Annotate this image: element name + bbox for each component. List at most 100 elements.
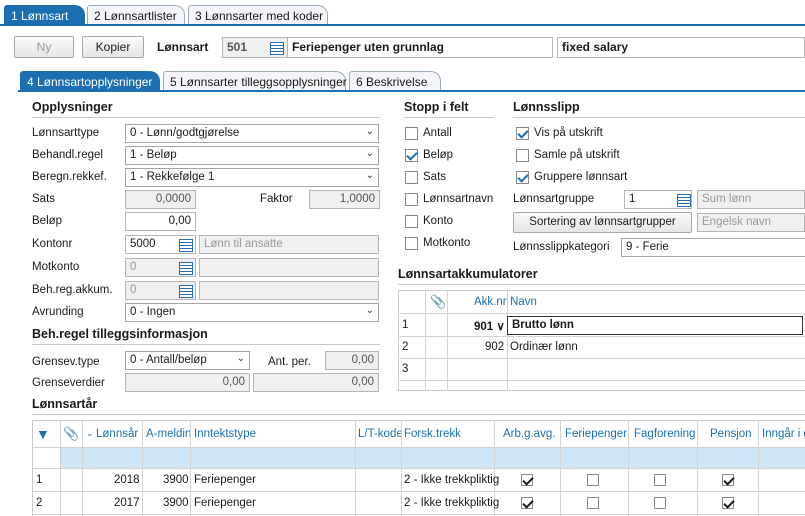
kategori-select[interactable]: 9 - Ferie bbox=[621, 238, 805, 257]
grid-checkbox[interactable] bbox=[521, 474, 533, 486]
forsk-trekk-cell[interactable]: 2 - Ikke trekkpliktig bbox=[404, 474, 499, 486]
akk-nr-cell[interactable]: 901 ∨ bbox=[474, 319, 505, 333]
tab-lonnsartopplysninger[interactable]: 4 Lønnsartopplysninger bbox=[20, 71, 160, 90]
grensev-value: 0 - Antall/beløp bbox=[130, 354, 207, 366]
motkonto-label: Motkonto bbox=[32, 261, 80, 273]
grid-checkbox[interactable] bbox=[521, 497, 533, 509]
grid-checkbox[interactable] bbox=[722, 474, 734, 486]
avrunding-label: Avrunding bbox=[32, 306, 84, 318]
belop-label: Beløp bbox=[32, 215, 63, 227]
faktor-field[interactable]: 1,0000 bbox=[309, 190, 380, 209]
column-header[interactable]: Arb.g.avg. bbox=[503, 428, 555, 440]
english-name-field[interactable]: fixed salary bbox=[557, 37, 805, 58]
belop-field[interactable]: 0,00 bbox=[125, 212, 196, 231]
grid-line bbox=[398, 380, 805, 381]
tab-lonnsartlister[interactable]: 2 Lønnsartlister bbox=[87, 5, 185, 24]
grid-checkbox[interactable] bbox=[722, 497, 734, 509]
gruppe-label: Lønnsartgruppe bbox=[513, 193, 595, 205]
column-header[interactable]: Forsk.trekk bbox=[404, 428, 461, 440]
filter-icon[interactable]: ▼ bbox=[36, 426, 50, 442]
column-header[interactable]: Pensjon bbox=[710, 428, 752, 440]
lookup-icon[interactable] bbox=[675, 192, 691, 207]
beregn-select[interactable]: 1 - Rekkefølge 1 ⌄ bbox=[125, 168, 379, 187]
column-header[interactable]: L/T-kode bbox=[358, 428, 403, 440]
grensev-select[interactable]: 0 - Antall/beløp ⌄ bbox=[125, 351, 250, 370]
grid-line bbox=[507, 290, 508, 391]
stopp-label: Sats bbox=[423, 171, 447, 183]
lookup-icon[interactable] bbox=[177, 283, 193, 298]
grid-line bbox=[32, 491, 805, 492]
stopp-checkbox[interactable] bbox=[405, 149, 418, 162]
akk-nr-header[interactable]: Akk.nr bbox=[474, 296, 507, 308]
divider bbox=[404, 117, 494, 118]
opplysninger-title: Opplysninger bbox=[32, 100, 113, 114]
tab-lonnsart[interactable]: 1 Lønnsart bbox=[4, 5, 85, 24]
column-header[interactable]: Inntektstype bbox=[194, 428, 256, 440]
column-header[interactable]: Lønnsår bbox=[96, 428, 138, 440]
beregn-label: Beregn.rekkef. bbox=[32, 171, 107, 183]
stopp-label: Beløp bbox=[423, 149, 454, 161]
kategori-label: Lønnsslippkategori bbox=[513, 241, 610, 253]
divider bbox=[32, 414, 805, 415]
lonnsarttype-select[interactable]: 0 - Lønn/godtgjørelse ⌄ bbox=[125, 124, 379, 143]
grid-line bbox=[560, 420, 561, 516]
filter-row[interactable] bbox=[60, 448, 805, 468]
navn-header[interactable]: Navn bbox=[510, 296, 537, 308]
engelsk-navn-field[interactable]: Engelsk navn bbox=[697, 213, 805, 232]
inntektstype-cell[interactable]: Feriepenger bbox=[194, 497, 256, 509]
antper-field[interactable]: 0,00 bbox=[325, 351, 379, 370]
akkumulatorer-title: Lønnsartakkumulatorer bbox=[398, 267, 538, 281]
grid-checkbox[interactable] bbox=[654, 497, 666, 509]
new-button[interactable]: Ny bbox=[14, 36, 74, 58]
forsk-trekk-cell[interactable]: 2 - Ikke trekkpliktig bbox=[404, 497, 499, 509]
inntektstype-cell[interactable]: Feriepenger bbox=[194, 474, 256, 486]
akk-nr-cell[interactable]: 902 bbox=[485, 341, 504, 353]
stopp-checkbox[interactable] bbox=[405, 193, 418, 206]
grenseverdi-1-field[interactable]: 0,00 bbox=[125, 373, 250, 392]
sortering-button[interactable]: Sortering av lønnsartgrupper bbox=[513, 212, 692, 233]
copy-button[interactable]: Kopier bbox=[82, 36, 144, 58]
grid-line bbox=[697, 420, 698, 516]
lookup-icon[interactable] bbox=[268, 40, 284, 55]
a-melding-cell[interactable]: 3900 bbox=[163, 497, 189, 509]
lonnsar-cell[interactable]: 2018 bbox=[114, 474, 140, 486]
lookup-icon[interactable] bbox=[177, 237, 193, 252]
column-header[interactable]: Inngår i g bbox=[762, 428, 805, 440]
stopp-checkbox[interactable] bbox=[405, 171, 418, 184]
akkumulator-grid bbox=[398, 290, 805, 391]
stopp-checkbox[interactable] bbox=[405, 127, 418, 140]
tab-tilleggsopplysninger[interactable]: 5 Lønnsarter tilleggsopplysninger bbox=[163, 71, 347, 90]
lonnsart-name-field[interactable]: Feriepenger uten grunnlag bbox=[287, 37, 553, 58]
a-melding-cell[interactable]: 3900 bbox=[163, 474, 189, 486]
grenseverdi-2-field[interactable]: 0,00 bbox=[253, 373, 379, 392]
tab-lonnsarter-med-koder[interactable]: 3 Lønnsarter med koder bbox=[188, 5, 328, 24]
gruppere-checkbox[interactable] bbox=[516, 171, 529, 184]
gruppe-name-field: Sum lønn bbox=[697, 190, 805, 209]
grid-checkbox[interactable] bbox=[654, 474, 666, 486]
antper-label: Ant. per. bbox=[268, 356, 311, 368]
grid-line bbox=[82, 420, 83, 516]
tab-beskrivelse[interactable]: 6 Beskrivelse bbox=[349, 71, 441, 90]
samle-checkbox[interactable] bbox=[516, 149, 529, 162]
beregn-value: 1 - Rekkefølge 1 bbox=[130, 171, 215, 183]
column-header[interactable]: Fagforening bbox=[634, 428, 695, 440]
column-header[interactable]: Feriepenger bbox=[565, 428, 627, 440]
navn-cell[interactable]: Ordinær lønn bbox=[510, 341, 578, 353]
sats-field[interactable]: 0,0000 bbox=[125, 190, 196, 209]
gruppere-label: Gruppere lønnsart bbox=[534, 171, 628, 183]
grid-checkbox[interactable] bbox=[587, 497, 599, 509]
grid-checkbox[interactable] bbox=[587, 474, 599, 486]
lookup-icon[interactable] bbox=[177, 260, 193, 275]
stopp-checkbox[interactable] bbox=[405, 215, 418, 228]
avrunding-select[interactable]: 0 - Ingen ⌄ bbox=[125, 303, 379, 322]
column-header[interactable]: A-meldin bbox=[146, 428, 191, 440]
vis-checkbox[interactable] bbox=[516, 127, 529, 140]
behandl-select[interactable]: 1 - Beløp ⌄ bbox=[125, 146, 379, 165]
grid-line bbox=[32, 514, 805, 515]
lonnsar-cell[interactable]: 2017 bbox=[114, 497, 140, 509]
grid-line bbox=[447, 290, 448, 391]
row-number: 2 bbox=[36, 497, 43, 509]
stopp-checkbox[interactable] bbox=[405, 237, 418, 250]
navn-cell-active[interactable]: Brutto lønn bbox=[507, 316, 803, 335]
sort-desc-icon[interactable]: ⌄ bbox=[86, 428, 94, 439]
